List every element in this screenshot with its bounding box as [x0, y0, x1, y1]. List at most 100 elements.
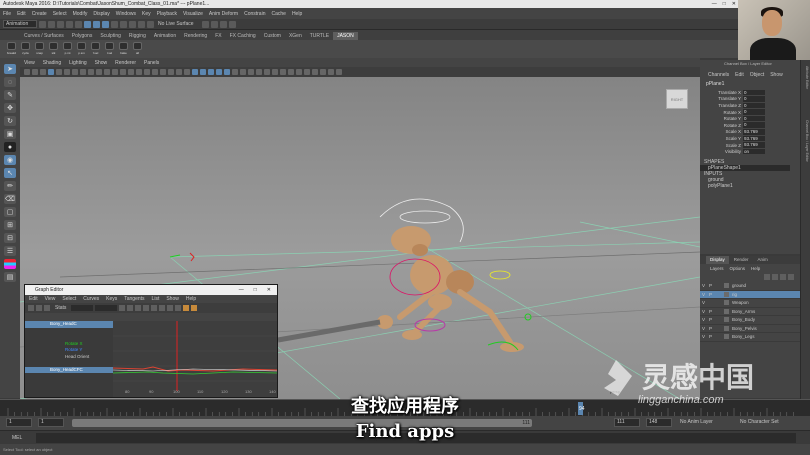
select-arrow-icon[interactable]: ↖ [4, 168, 16, 178]
layer-row-rig[interactable]: V Prig [700, 290, 800, 299]
channel-menu-show[interactable]: Show [770, 72, 783, 78]
viewport-toolbar-icon[interactable] [288, 69, 294, 75]
viewport-toolbar-icon[interactable] [240, 69, 246, 75]
shelf-button-stk[interactable]: stk [48, 42, 59, 56]
viewport-toolbar-icon[interactable] [232, 69, 238, 75]
shelf-tab-polygons[interactable]: Polygons [68, 32, 97, 40]
linear-tangent-icon[interactable] [143, 305, 150, 311]
viewport-toolbar-icon[interactable] [168, 69, 174, 75]
redo-icon[interactable] [75, 20, 82, 28]
graph-menu-tangents[interactable]: Tangents [124, 296, 144, 302]
undo-icon[interactable] [66, 20, 73, 28]
viewport-toolbar-icon[interactable] [256, 69, 262, 75]
flat-tangent-icon[interactable] [151, 305, 158, 311]
layer-color-swatch[interactable] [724, 283, 729, 289]
attribute-value[interactable]: 0 [743, 96, 765, 102]
attribute-row[interactable]: Scale Z 93.769 [700, 142, 800, 149]
viewport-toolbar-icon[interactable] [184, 69, 190, 75]
viewport-toolbar-icon[interactable] [152, 69, 158, 75]
attribute-row[interactable]: Rotate X0 [700, 109, 800, 116]
live-surface-icon[interactable] [147, 20, 154, 28]
layer-visibility-toggle[interactable]: V [700, 300, 707, 305]
rotate-tool-icon[interactable]: ↻ [4, 116, 16, 126]
attribute-row[interactable]: Translate Z0 [700, 102, 800, 109]
viewport-toolbar-icon[interactable] [248, 69, 254, 75]
viewport-toolbar-icon[interactable] [320, 69, 326, 75]
new-scene-icon[interactable] [39, 20, 46, 28]
viewport-toolbar-icon[interactable] [144, 69, 150, 75]
shelf-tab-custom[interactable]: Custom [260, 32, 285, 40]
viewport-toolbar-icon[interactable] [56, 69, 62, 75]
layer-playback-toggle[interactable]: P [707, 283, 714, 288]
stats-field-2[interactable] [95, 305, 118, 311]
attribute-value[interactable]: 0 [743, 102, 765, 109]
snap-surface-icon[interactable] [138, 20, 145, 28]
menu-cache[interactable]: Cache [271, 11, 285, 17]
layer-visibility-toggle[interactable]: V [700, 283, 707, 288]
viewport-toolbar-icon[interactable] [24, 69, 30, 75]
new-layer-icon[interactable] [780, 274, 786, 280]
layer-row-ground[interactable]: V Pground [700, 282, 800, 291]
single-view-icon[interactable]: ▢ [4, 207, 16, 217]
graph-layout-icon[interactable]: ⊟ [4, 233, 16, 243]
shelf-button-snap[interactable]: snap [34, 42, 45, 56]
graph-menu-list[interactable]: List [152, 296, 160, 302]
graph-menu-curves[interactable]: Curves [83, 296, 99, 302]
graph-menu-keys[interactable]: Keys [106, 296, 117, 302]
shelf-tab-fx[interactable]: FX [211, 32, 225, 40]
viewport-toolbar-icon[interactable] [40, 69, 46, 75]
layer-playback-toggle[interactable]: P [707, 326, 714, 331]
move-layer-down-icon[interactable] [772, 274, 778, 280]
viewport-toolbar-icon[interactable] [104, 69, 110, 75]
move-tool-icon[interactable]: ✥ [4, 103, 16, 113]
attribute-value[interactable]: on [743, 148, 765, 155]
viewport-toolbar-icon[interactable] [112, 69, 118, 75]
attribute-editor-tab[interactable]: Attribute Editor [803, 66, 809, 89]
viewport-toolbar-icon[interactable] [88, 69, 94, 75]
ge-minimize-button[interactable]: — [239, 285, 244, 295]
hypershade-icon[interactable] [228, 20, 236, 28]
shelf-tab-curves-surfaces[interactable]: Curves / Surfaces [20, 32, 68, 40]
viewport-toolbar-icon[interactable] [80, 69, 86, 75]
shelf-button-p-sm[interactable]: p.sm [76, 42, 87, 56]
graph-curve-area[interactable]: 80 90 100 110 120 130 140 [113, 321, 277, 397]
close-button[interactable]: ✕ [732, 0, 736, 8]
eraser-icon[interactable]: ⌫ [4, 194, 16, 204]
layer-menu-options[interactable]: Options [730, 266, 746, 271]
viewport-toolbar-icon[interactable] [224, 69, 230, 75]
shelf-tab-rendering[interactable]: Rendering [180, 32, 211, 40]
shelf-tab-sculpting[interactable]: Sculpting [96, 32, 125, 40]
layer-color-swatch[interactable] [724, 308, 729, 314]
ge-maximize-button[interactable]: □ [254, 285, 257, 295]
shelf-tab-animation[interactable]: Animation [150, 32, 180, 40]
menu-create[interactable]: Create [32, 11, 47, 17]
menu-visualize[interactable]: Visualize [183, 11, 203, 17]
layer-playback-toggle[interactable]: P [707, 292, 714, 297]
graph-menu-edit[interactable]: Edit [29, 296, 38, 302]
outliner-item-bony-headcfc[interactable]: Bony_HeadCFC [25, 366, 113, 373]
viewport-toolbar-icon[interactable] [96, 69, 102, 75]
input-node[interactable]: polyPlane1 [700, 183, 800, 189]
unify-tangent-icon[interactable] [175, 305, 182, 311]
layer-tab-render[interactable]: Render [730, 256, 753, 264]
frame-selection-icon[interactable] [127, 305, 134, 311]
layer-tab-display[interactable]: Display [706, 256, 729, 264]
select-component-icon[interactable] [102, 20, 109, 28]
viewport-menu-lighting[interactable]: Lighting [69, 60, 87, 66]
viewport-toolbar-icon[interactable] [304, 69, 310, 75]
viewport-toolbar-icon[interactable] [280, 69, 286, 75]
shelf-button-l-sel[interactable]: l.sel [104, 42, 115, 56]
outliner-layout-icon[interactable]: ☰ [4, 246, 16, 256]
insert-key-icon[interactable] [36, 305, 42, 311]
viewport-toolbar-icon[interactable] [312, 69, 318, 75]
shelf-button-cycle[interactable]: cycle [20, 42, 31, 56]
channel-menu-object[interactable]: Object [750, 72, 764, 78]
lasso-tool-icon[interactable]: ◌ [4, 77, 16, 87]
menu-key[interactable]: Key [142, 11, 151, 17]
layer-visibility-toggle[interactable]: V [700, 309, 707, 314]
ipr-render-icon[interactable] [210, 20, 218, 28]
viewport-toolbar-icon[interactable] [208, 69, 214, 75]
attribute-row[interactable]: Scale Y 93.769 [700, 135, 800, 142]
save-scene-icon[interactable] [57, 20, 64, 28]
attribute-value[interactable]: 93.769 [743, 135, 765, 142]
